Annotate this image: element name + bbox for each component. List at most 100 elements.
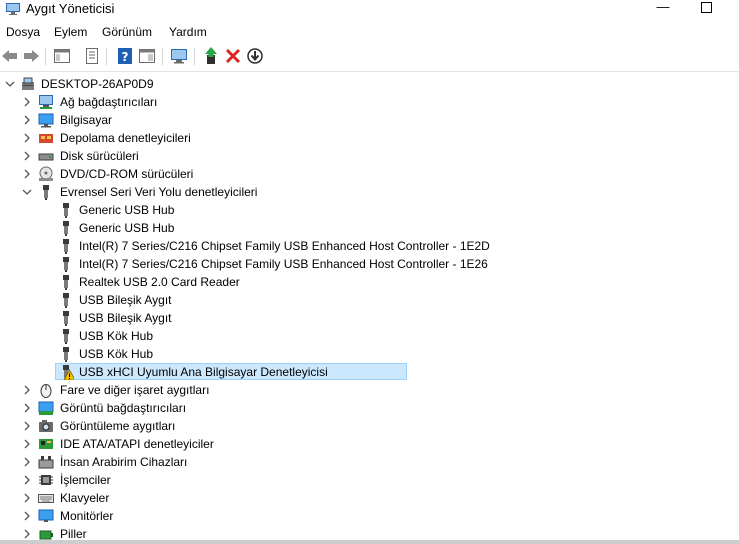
usb-device-row[interactable]: Generic USB Hub (0, 201, 739, 219)
tree-category-usb[interactable]: Evrensel Seri Veri Yolu denetleyicileri (0, 183, 739, 201)
scan-hardware-icon[interactable] (169, 46, 189, 66)
chevron-right-icon[interactable] (21, 96, 33, 108)
usb-device-icon (63, 275, 69, 290)
chevron-right-icon[interactable] (21, 456, 33, 468)
minimize-button[interactable]: — (652, 0, 674, 17)
monitor-icon (38, 509, 54, 522)
uninstall-icon[interactable] (223, 46, 243, 66)
usb-device-row[interactable]: USB Bileşik Aygıt (0, 291, 739, 309)
tree-category-display[interactable]: Görüntü bağdaştırıcıları (0, 399, 739, 417)
usb-device-row[interactable]: Realtek USB 2.0 Card Reader (0, 273, 739, 291)
tree-root[interactable]: DESKTOP-26AP0D9 (0, 75, 739, 93)
title-bar: Aygıt Yöneticisi — (0, 0, 739, 20)
category-label: Evrensel Seri Veri Yolu denetleyicileri (60, 185, 258, 199)
tree-category-ide[interactable]: IDE ATA/ATAPI denetleyiciler (0, 435, 739, 453)
computer-icon (38, 113, 54, 128)
chevron-right-icon[interactable] (21, 474, 33, 486)
maximize-button[interactable] (698, 1, 714, 17)
menu-action[interactable]: Eylem (54, 25, 87, 39)
show-hide-console-tree-icon[interactable] (52, 46, 72, 66)
category-label: Depolama denetleyicileri (60, 131, 191, 145)
properties-icon[interactable] (82, 46, 102, 66)
usb-device-row[interactable]: USB xHCI Uyumlu Ana Bilgisayar Denetleyi… (0, 363, 739, 381)
tree-category-imaging[interactable]: Görüntüleme aygıtları (0, 417, 739, 435)
category-label: DVD/CD-ROM sürücüleri (60, 167, 194, 181)
toolbar-separator (45, 48, 46, 65)
menu-view[interactable]: Görünüm (102, 25, 152, 39)
usb-device-row[interactable]: Intel(R) 7 Series/C216 Chipset Family US… (0, 237, 739, 255)
tree-category-mouse[interactable]: Fare ve diğer işaret aygıtları (0, 381, 739, 399)
chevron-right-icon[interactable] (21, 168, 33, 180)
scrollbar-thumb[interactable] (0, 540, 739, 544)
tree-category-network[interactable]: Ağ bağdaştırıcıları (0, 93, 739, 111)
tree-category-disk[interactable]: Disk sürücüleri (0, 147, 739, 165)
action-pane-icon[interactable] (137, 46, 157, 66)
help-icon[interactable]: ? (115, 46, 135, 66)
usb-device-label: USB xHCI Uyumlu Ana Bilgisayar Denetleyi… (79, 365, 328, 379)
usb-device-icon (63, 347, 69, 362)
device-tree: DESKTOP-26AP0D9 Ağ bağdaştırıcıları Bilg… (0, 75, 739, 544)
chevron-right-icon[interactable] (21, 528, 33, 540)
window-title: Aygıt Yöneticisi (26, 1, 115, 16)
update-driver-icon[interactable] (201, 46, 221, 66)
usb-device-icon (63, 203, 69, 218)
disable-device-icon[interactable] (245, 46, 265, 66)
processor-icon (39, 475, 53, 485)
category-label: Fare ve diğer işaret aygıtları (60, 383, 210, 397)
tree-category-computer[interactable]: Bilgisayar (0, 111, 739, 129)
menu-file[interactable]: Dosya (6, 25, 40, 39)
usb-device-row[interactable]: Intel(R) 7 Series/C216 Chipset Family US… (0, 255, 739, 273)
category-label: Klavyeler (60, 491, 110, 505)
dvd-drive-icon (39, 166, 53, 181)
display-adapter-icon (38, 401, 54, 415)
storage-controller-icon (39, 134, 53, 143)
category-label: İşlemciler (60, 473, 111, 487)
tree-category-monitor[interactable]: Monitörler (0, 507, 739, 525)
usb-device-warning-icon (63, 365, 74, 380)
menu-help[interactable]: Yardım (169, 25, 207, 39)
chevron-right-icon[interactable] (21, 384, 33, 396)
tree-category-processor[interactable]: İşlemciler (0, 471, 739, 489)
toolbar: ? (0, 45, 739, 69)
back-arrow-icon[interactable] (0, 46, 20, 66)
usb-device-icon (63, 257, 69, 272)
chevron-down-icon[interactable] (4, 78, 16, 90)
chevron-right-icon[interactable] (21, 510, 33, 522)
chevron-right-icon[interactable] (21, 132, 33, 144)
tree-root-label: DESKTOP-26AP0D9 (41, 77, 154, 91)
network-adapter-icon (39, 95, 53, 109)
tree-category-hid[interactable]: İnsan Arabirim Cihazları (0, 453, 739, 471)
tree-category-dvd[interactable]: DVD/CD-ROM sürücüleri (0, 165, 739, 183)
usb-device-label: Generic USB Hub (79, 203, 175, 217)
chevron-right-icon[interactable] (21, 420, 33, 432)
chevron-right-icon[interactable] (21, 492, 33, 504)
chevron-right-icon[interactable] (21, 150, 33, 162)
mouse-icon (40, 384, 52, 398)
usb-device-row[interactable]: Generic USB Hub (0, 219, 739, 237)
category-label: Görüntü bağdaştırıcıları (60, 401, 187, 415)
category-label: İnsan Arabirim Cihazları (60, 455, 188, 469)
tree-category-keyboard[interactable]: Klavyeler (0, 489, 739, 507)
usb-device-icon (63, 239, 69, 254)
chevron-down-icon[interactable] (21, 186, 33, 198)
category-label: Bilgisayar (60, 113, 113, 127)
chevron-right-icon[interactable] (21, 438, 33, 450)
usb-device-row[interactable]: USB Kök Hub (0, 327, 739, 345)
usb-device-label: USB Bileşik Aygıt (79, 293, 172, 307)
usb-device-row[interactable]: USB Bileşik Aygıt (0, 309, 739, 327)
usb-device-icon (63, 221, 69, 236)
usb-device-row[interactable]: USB Kök Hub (0, 345, 739, 363)
ide-controller-icon (39, 439, 53, 449)
toolbar-divider (0, 71, 739, 72)
usb-device-label: USB Kök Hub (79, 347, 154, 361)
disk-drive-icon (38, 153, 54, 161)
horizontal-scrollbar[interactable] (0, 540, 739, 544)
usb-icon (43, 185, 49, 200)
imaging-device-icon (39, 420, 53, 432)
forward-arrow-icon[interactable] (21, 46, 41, 66)
toolbar-separator (194, 48, 195, 65)
tree-category-storage[interactable]: Depolama denetleyicileri (0, 129, 739, 147)
chevron-right-icon[interactable] (21, 114, 33, 126)
hid-icon (38, 456, 54, 469)
chevron-right-icon[interactable] (21, 402, 33, 414)
